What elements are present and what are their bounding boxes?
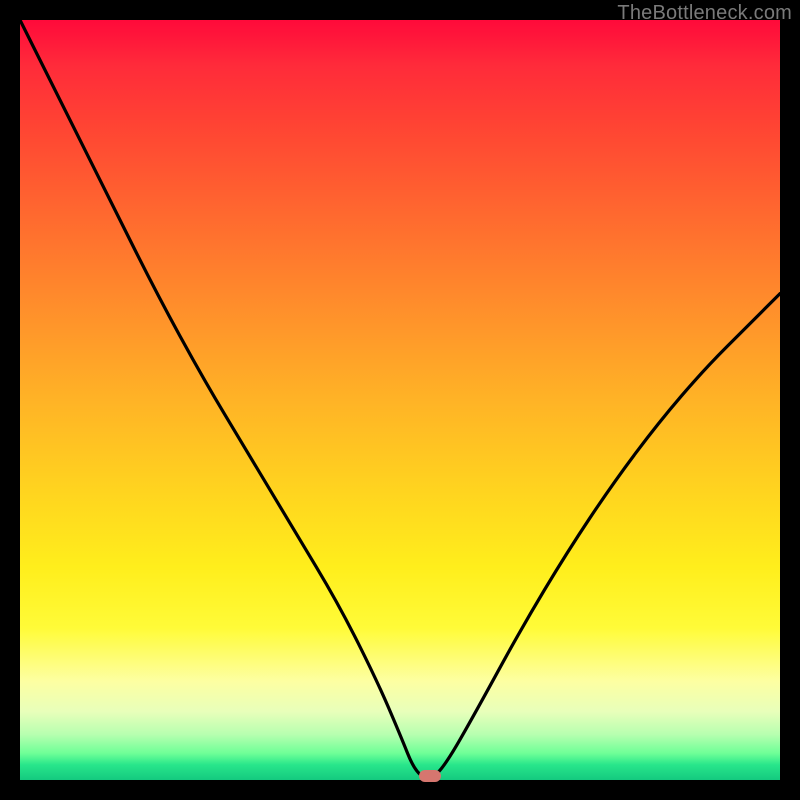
chart-frame: TheBottleneck.com bbox=[0, 0, 800, 800]
bottleneck-curve bbox=[20, 20, 780, 780]
watermark-text: TheBottleneck.com bbox=[617, 2, 792, 25]
minimum-marker bbox=[419, 770, 441, 782]
